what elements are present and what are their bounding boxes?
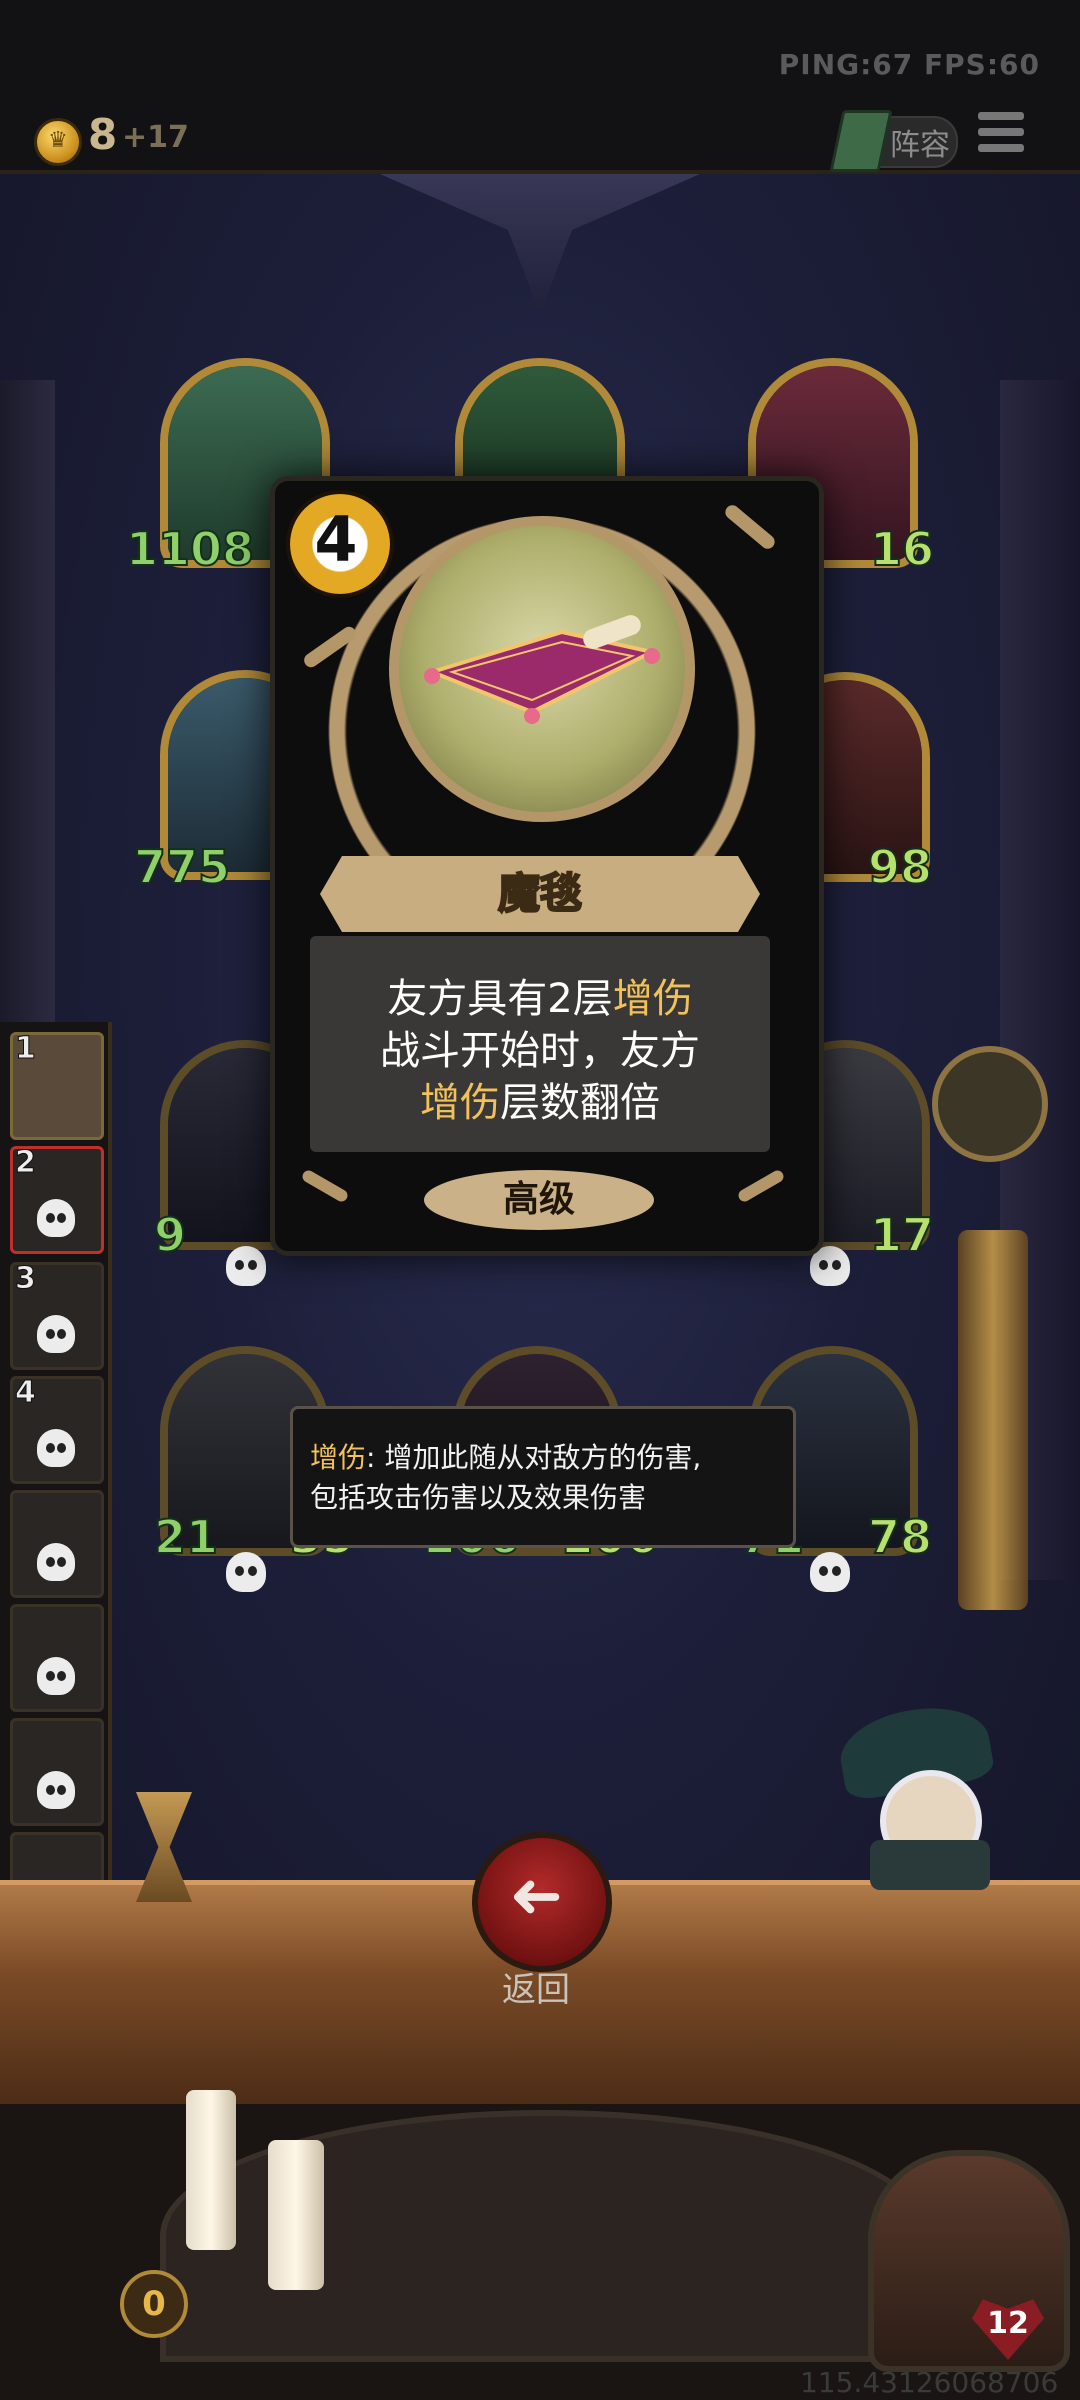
skull-icon (37, 1429, 75, 1467)
ping-fps-readout: PING:67 FPS:60 (778, 48, 1040, 81)
magic-carpet-icon (424, 615, 660, 724)
minion-attack: 1108 (125, 521, 255, 577)
skull-icon (37, 1199, 75, 1237)
hero-health: 12 (987, 2306, 1029, 2341)
bench-slot-4[interactable]: 4 (10, 1375, 104, 1484)
brass-pipe (958, 1230, 1028, 1610)
bench-slot-number: 2 (15, 1145, 37, 1181)
card-tier: 高级 (502, 1179, 575, 1220)
bench-slot-5[interactable] (10, 1490, 104, 1598)
card-desc-line-1: 友方具有2层增伤 (387, 976, 693, 1022)
candle-icon (186, 2090, 236, 2250)
back-label: 返回 (502, 1970, 570, 2010)
bench-slot-1[interactable]: 1 (10, 1031, 104, 1140)
minion-health: 98 (867, 839, 933, 895)
card-desc-line-2: 战斗开始时，友方 (380, 1028, 700, 1074)
shop-counter[interactable]: 0 (120, 2270, 188, 2338)
card-name: 魔毯 (497, 868, 583, 919)
gold-count: 8 (88, 110, 118, 159)
keyword-damage-boost[interactable]: 增伤 (420, 1080, 500, 1126)
lineup-label: 阵容 (890, 128, 950, 163)
tooltip-line-1: 增伤: 增加此随从对敌方的伤害, (310, 1441, 702, 1474)
skull-icon (226, 1552, 266, 1592)
bench-slot-6[interactable] (10, 1604, 104, 1712)
gold-income: +17 (122, 120, 189, 155)
minion-health: 78 (867, 1509, 933, 1565)
skull-icon (37, 1657, 75, 1695)
bench-slot-7[interactable] (10, 1718, 104, 1826)
minion-attack: 21 (153, 1509, 219, 1565)
bench-slot-number: 1 (15, 1031, 37, 1067)
menu-icon[interactable] (978, 112, 1024, 162)
candle-icon (268, 2140, 324, 2290)
bench-slot-2[interactable]: 2 (10, 1145, 104, 1254)
bench-slot-number: 4 (15, 1375, 37, 1411)
minion-health: 17 (869, 1207, 935, 1263)
skull-icon (37, 1543, 75, 1581)
card-desc-line-3: 增伤层数翻倍 (420, 1080, 660, 1126)
skull-icon (37, 1315, 75, 1353)
keyword-damage-boost[interactable]: 增伤 (613, 976, 693, 1022)
equipped-carpet-icon[interactable] (932, 1046, 1048, 1162)
skull-icon (810, 1552, 850, 1592)
bench-slot-number: 3 (15, 1261, 37, 1297)
debug-coordinates: 115.43126068706 (800, 2366, 1059, 2399)
back-arrow-icon[interactable]: ➜ (472, 1832, 600, 1960)
card-cost: 4 (314, 503, 358, 576)
bench-slot-3[interactable]: 3 (10, 1261, 104, 1370)
tavern-keeper-witch (820, 1690, 1020, 1900)
tooltip-line-2: 包括攻击伤害以及效果伤害 (310, 1481, 647, 1514)
minion-attack: 775 (133, 839, 231, 895)
crown-coin-icon: ♛ (34, 118, 82, 166)
skull-icon (226, 1246, 266, 1286)
minion-attack: 9 (153, 1207, 187, 1263)
skull-icon (37, 1771, 75, 1809)
minion-health: 16 (869, 521, 935, 577)
